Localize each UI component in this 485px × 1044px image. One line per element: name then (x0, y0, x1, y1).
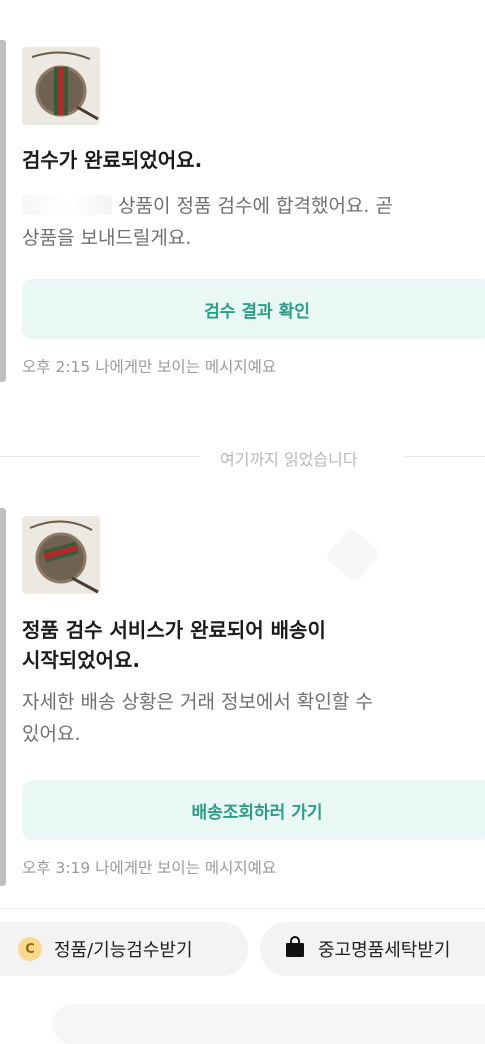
message-title: 검수가 완료되었어요. (22, 148, 203, 172)
chip-label: 정품/기능검수받기 (54, 940, 193, 961)
authenticity-check-chip[interactable]: C 정품/기능검수받기 (0, 922, 248, 976)
faded-artifact (324, 526, 382, 584)
track-delivery-button[interactable]: 배송조회하러 가기 (22, 780, 485, 840)
message-meta: 오후 3:19 나에게만 보이는 메시지예요 (22, 856, 276, 878)
divider-line (0, 908, 485, 909)
divider-line (0, 456, 200, 457)
bag-photo-icon (22, 47, 100, 125)
message-body-line2: 있어요. (22, 723, 81, 745)
luxury-cleaning-chip[interactable]: 중고명품세탁받기 (260, 922, 485, 976)
message-body: 상품이 정품 검수에 합격했어요. 곧 상품을 보내드릴게요. (22, 190, 472, 254)
product-thumbnail[interactable] (22, 47, 100, 125)
read-marker: 여기까지 읽었습니다 (0, 446, 485, 469)
message-body: 자세한 배송 상황은 거래 정보에서 확인할 수 있어요. (22, 686, 472, 750)
message-time: 오후 3:19 (22, 859, 91, 877)
chip-label: 중고명품세탁받기 (318, 940, 451, 961)
divider-line (405, 456, 485, 457)
message-title: 정품 검수 서비스가 완료되어 배송이 시작되었어요. (22, 615, 472, 675)
message-title-line1: 정품 검수 서비스가 완료되어 배송이 (22, 618, 326, 642)
message-indicator-bar (0, 40, 6, 382)
inspection-result-button[interactable]: 검수 결과 확인 (22, 279, 485, 339)
message-indicator-bar (0, 508, 6, 886)
message-title-line2: 시작되었어요. (22, 648, 140, 672)
message-input[interactable] (52, 1004, 485, 1044)
message-time: 오후 2:15 (22, 358, 91, 376)
private-note: 나에게만 보이는 메시지예요 (95, 859, 277, 877)
message-meta: 오후 2:15 나에게만 보이는 메시지예요 (22, 355, 276, 377)
product-thumbnail[interactable] (22, 516, 100, 594)
bag-photo-icon (22, 516, 100, 594)
message-body-line2: 상품을 보내드릴게요. (22, 227, 192, 249)
message-body-line1: 자세한 배송 상황은 거래 정보에서 확인할 수 (22, 691, 373, 713)
private-note: 나에게만 보이는 메시지예요 (95, 358, 277, 376)
message-body-line1: 상품이 정품 검수에 합격했어요. 곧 (118, 195, 393, 217)
read-marker-text: 여기까지 읽었습니다 (220, 450, 358, 469)
shopping-bag-icon (284, 935, 306, 963)
coin-icon: C (18, 937, 42, 961)
redacted-text (22, 195, 112, 215)
